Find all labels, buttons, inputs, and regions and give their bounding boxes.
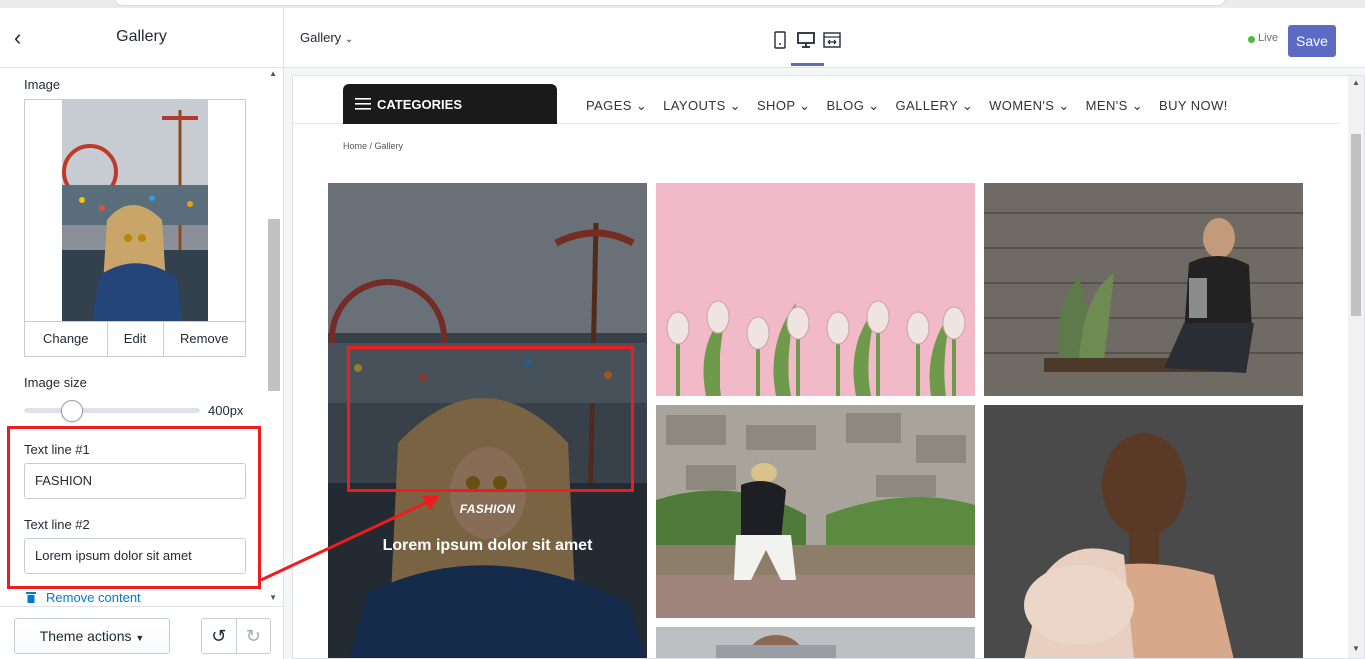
undo-redo-group: ↺ ↻ [201,618,271,654]
change-image-button[interactable]: Change [25,322,108,356]
editor-topbar: Gallery ⌄ Live Save [284,8,1365,68]
store-menu-item[interactable]: PAGES ⌄ [586,98,647,114]
image-size-slider-handle[interactable] [60,400,83,422]
page-selector-label: Gallery [300,30,342,45]
fullwidth-icon[interactable] [822,30,842,50]
store-navigation: CATEGORIES PAGES ⌄ LAYOUTS ⌄ SHOP ⌄ BLOG ⌄ G… [293,84,1339,124]
gallery-tile-tulips[interactable] [656,183,975,396]
gallery-tile-bottom[interactable] [656,627,975,658]
remove-content-label: Remove content [46,590,141,605]
trash-icon [26,592,36,603]
browser-strip [0,0,1365,8]
sidebar-footer: Theme actions ▼ ↺ ↻ [0,606,283,659]
store-menu-item[interactable]: SHOP ⌄ [757,98,811,114]
address-bar[interactable] [115,0,1225,6]
gallery-tile-man-wall[interactable] [656,405,975,618]
sidebar-settings: Image Change Edit Remove Image size 400p… [0,69,283,605]
sidebar-scrollbar-thumb[interactable] [268,219,280,391]
scroll-down-icon[interactable]: ▼ [1352,644,1360,653]
store-menu-item[interactable]: BUY NOW! [1159,98,1228,114]
man-wall-photo [656,405,975,618]
image-thumbnail [62,100,208,321]
image-actions: Change Edit Remove [24,321,246,357]
scroll-up-icon[interactable]: ▲ [1352,78,1360,87]
text-line-2-label: Text line #2 [24,517,90,532]
text-line-1-label: Text line #1 [24,442,90,457]
breadcrumb: Home / Gallery [343,141,404,151]
mobile-icon[interactable] [770,30,790,50]
featured-caption-line1: FASHION [459,502,516,516]
preview-scrollbar[interactable]: ▲ ▼ [1348,76,1364,658]
chevron-down-icon: ⌄ [344,34,354,45]
theme-sidebar: ‹ Gallery Image Change Edit Remove Image… [0,8,284,659]
man-bench-photo [984,183,1303,396]
store-menu-item[interactable]: BLOG ⌄ [826,98,879,114]
desktop-icon[interactable] [796,30,816,50]
featured-caption-line2: Lorem ipsum dolor sit amet [382,537,593,554]
bottom-photo [656,627,975,658]
edit-image-button[interactable]: Edit [108,322,164,356]
image-label: Image [24,77,61,92]
gallery-tile-woman-portrait[interactable] [984,405,1303,658]
live-status-dot [1248,36,1255,43]
tulips-photo [656,183,975,396]
store-menu-item[interactable]: GALLERY ⌄ [896,98,974,114]
undo-icon[interactable]: ↺ [202,619,237,653]
redo-icon[interactable]: ↻ [237,619,271,653]
woman-portrait-photo [984,405,1303,658]
remove-content-link[interactable]: Remove content [26,590,141,605]
image-size-value: 400px [208,403,244,418]
store-menu-item[interactable]: LAYOUTS ⌄ [663,98,741,114]
save-button[interactable]: Save [1288,25,1336,57]
active-device-indicator [791,63,824,66]
image-size-label: Image size [24,375,87,390]
device-switcher [768,26,858,68]
store-menu-item[interactable]: WOMEN'S ⌄ [989,98,1070,114]
store-menu: PAGES ⌄ LAYOUTS ⌄ SHOP ⌄ BLOG ⌄ GALLERY ⌄ WOM… [586,98,1244,114]
gallery-tile-man-bench[interactable] [984,183,1303,396]
sidebar-title: Gallery [116,28,167,45]
page-selector[interactable]: Gallery ⌄ [300,30,353,45]
store-menu-item[interactable]: MEN'S ⌄ [1086,98,1143,114]
caret-down-icon: ▼ [135,633,145,643]
theme-actions-label: Theme actions [39,628,132,644]
scroll-up-icon[interactable]: ▲ [269,69,277,78]
live-status-label: Live [1258,32,1279,44]
categories-label: CATEGORIES [377,97,462,112]
image-size-slider[interactable] [24,408,200,413]
image-picker[interactable] [24,99,246,321]
scroll-down-icon[interactable]: ▼ [269,593,277,602]
sidebar-header: ‹ Gallery [0,8,283,68]
store-preview: CATEGORIES PAGES ⌄ LAYOUTS ⌄ SHOP ⌄ BLOG ⌄ G… [292,75,1365,659]
text-line-2-input[interactable]: Lorem ipsum dolor sit amet [24,538,246,574]
categories-menu-button[interactable]: CATEGORIES [343,84,557,124]
preview-scrollbar-thumb[interactable] [1351,134,1361,316]
remove-image-button[interactable]: Remove [164,322,246,356]
back-arrow-icon[interactable]: ‹ [14,26,36,50]
text-line-1-input[interactable]: FASHION [24,463,246,499]
hamburger-icon [355,98,371,110]
gallery-tile-featured[interactable]: FASHION Lorem ipsum dolor sit amet [328,183,647,658]
theme-actions-button[interactable]: Theme actions ▼ [14,618,170,654]
featured-photo [328,183,647,658]
